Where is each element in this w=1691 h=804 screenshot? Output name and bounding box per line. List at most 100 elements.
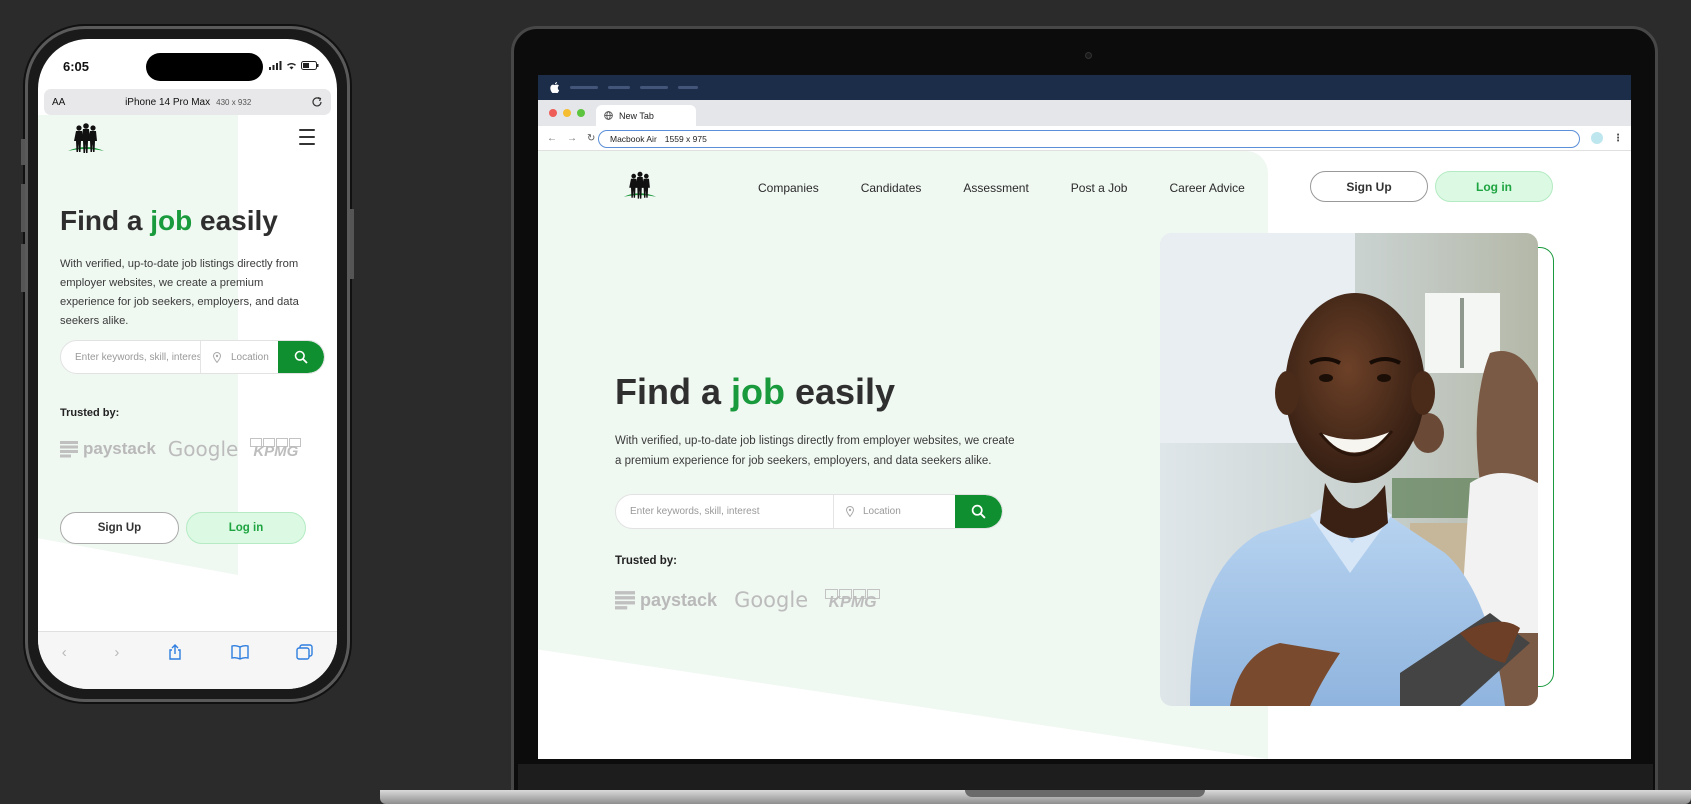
phone-screen: 6:05 AA iPhone 14 Pro Max 430 x 932 Find… (38, 39, 337, 689)
paystack-logo: paystack (60, 439, 156, 459)
browser-nav-buttons: ← → ↻ (538, 133, 595, 144)
browser-tabbar: New Tab (538, 100, 1631, 126)
url-device-name: Macbook Air (610, 134, 657, 144)
sign-up-button[interactable]: Sign Up (60, 512, 179, 544)
hero-photo (1160, 233, 1538, 706)
kpmg-text: KPMG (828, 593, 877, 611)
paystack-mark-icon (60, 441, 78, 458)
phone-system-icons (269, 61, 319, 70)
forward-icon[interactable]: › (114, 644, 119, 689)
keyword-search-input[interactable]: Enter keywords, skill, interest (616, 495, 834, 528)
browser-address-bar: ← → ↻ Macbook Air 1559 x 975 ⋮ (538, 126, 1631, 151)
safari-toolbar: ‹ › (38, 631, 337, 689)
share-icon[interactable] (167, 644, 183, 660)
minimize-window-icon[interactable] (563, 109, 571, 117)
apple-icon[interactable] (550, 82, 560, 93)
log-in-button[interactable]: Log in (1435, 171, 1553, 202)
hero-title-post: easily (784, 371, 896, 412)
location-pin-icon (846, 506, 854, 517)
hamburger-menu-icon[interactable] (299, 129, 315, 150)
hero-title-pre: Find a (60, 205, 151, 236)
dynamic-island (146, 53, 263, 81)
phone-url-display: iPhone 14 Pro Max 430 x 932 (125, 97, 251, 108)
phone-page: Find a job easily With verified, up-to-d… (38, 115, 337, 640)
hero-description: With verified, up-to-date job listings d… (615, 435, 1015, 467)
location-placeholder: Location (863, 506, 901, 517)
paystack-text: paystack (83, 439, 156, 458)
tab-title: New Tab (619, 110, 654, 121)
location-pin-icon (213, 351, 221, 363)
nav-candidates[interactable]: Candidates (861, 181, 922, 195)
search-icon (294, 350, 308, 364)
nav-companies[interactable]: Companies (758, 181, 819, 195)
phone-volume-up (21, 184, 25, 232)
google-logo: Google (734, 588, 809, 612)
window-controls (549, 109, 585, 117)
hero-title: Find a job easily (60, 205, 278, 237)
url-device-dims: 1559 x 975 (664, 134, 707, 144)
browser-actions: ⋮ (1591, 132, 1623, 144)
company-logo[interactable] (66, 121, 106, 157)
phone-device-name: iPhone 14 Pro Max (125, 96, 211, 108)
tabs-icon[interactable] (296, 644, 313, 660)
webcam (1085, 52, 1092, 59)
macbook-chin (518, 764, 1653, 790)
google-logo: Google (167, 437, 239, 461)
profile-avatar[interactable] (1591, 132, 1603, 144)
location-input[interactable]: Location (201, 352, 278, 363)
globe-icon (604, 111, 613, 120)
location-placeholder: Location (231, 351, 269, 363)
bookmarks-icon[interactable] (230, 644, 249, 660)
nav-post-a-job[interactable]: Post a Job (1071, 181, 1128, 195)
hero-title-pre: Find a (615, 371, 731, 412)
reload-icon[interactable] (311, 96, 323, 108)
phone-action-button (21, 139, 25, 165)
keyword-search-input[interactable]: Enter keywords, skill, interest (61, 341, 201, 373)
back-icon[interactable]: ‹ (62, 644, 67, 689)
iphone-mockup: 6:05 AA iPhone 14 Pro Max 430 x 932 Find… (21, 26, 354, 702)
phone-time: 6:05 (63, 59, 90, 74)
close-window-icon[interactable] (549, 109, 557, 117)
wifi-icon (287, 63, 296, 70)
paystack-mark-icon (615, 591, 635, 610)
nav-career-advice[interactable]: Career Advice (1169, 181, 1244, 195)
phone-device-dims: 430 x 932 (216, 97, 252, 107)
partner-logos: paystack Google KPMG (615, 588, 881, 612)
job-search-bar: Enter keywords, skill, interest Location (615, 494, 1003, 529)
paystack-text: paystack (640, 589, 718, 610)
sign-up-button[interactable]: Sign Up (1310, 171, 1428, 202)
text-size-button[interactable]: AA (52, 97, 65, 108)
nav-assessment[interactable]: Assessment (963, 181, 1028, 195)
url-input[interactable]: Macbook Air 1559 x 975 (598, 130, 1580, 148)
search-icon (971, 504, 986, 519)
hero-title-accent: job (731, 371, 785, 412)
phone-status-bar: 6:05 (38, 39, 337, 89)
website: Companies Candidates Assessment Post a J… (538, 151, 1631, 759)
hero-title-accent: job (150, 205, 193, 236)
signal-icon (269, 61, 282, 70)
maximize-window-icon[interactable] (577, 109, 585, 117)
phone-volume-down (21, 244, 25, 292)
hero-title: Find a job easily (615, 371, 895, 413)
hero-title-post: easily (192, 205, 278, 236)
hero-description: With verified, up-to-date job listings d… (60, 258, 299, 327)
log-in-button[interactable]: Log in (186, 512, 306, 544)
trusted-by-label: Trusted by: (615, 555, 677, 567)
mac-menubar (538, 75, 1631, 100)
battery-icon (301, 61, 319, 70)
browser-back-icon[interactable]: ← (547, 133, 557, 144)
browser-reload-icon[interactable]: ↻ (587, 133, 595, 144)
phone-power-button (350, 209, 354, 279)
partner-logos: paystack Google KPMG (60, 437, 302, 461)
kpmg-logo: KPMG (825, 588, 881, 612)
browser-forward-icon[interactable]: → (567, 133, 577, 144)
search-button[interactable] (278, 341, 324, 373)
phone-url-bar[interactable]: AA iPhone 14 Pro Max 430 x 932 (44, 89, 331, 115)
job-search-bar: Enter keywords, skill, interest Location (60, 340, 325, 374)
search-button[interactable] (955, 495, 1002, 528)
location-input[interactable]: Location (834, 506, 955, 517)
company-logo[interactable] (622, 169, 658, 203)
phone-auth-buttons: Sign Up Log in (60, 512, 306, 544)
browser-tab[interactable]: New Tab (596, 105, 696, 126)
browser-menu-icon[interactable]: ⋮ (1613, 133, 1623, 144)
